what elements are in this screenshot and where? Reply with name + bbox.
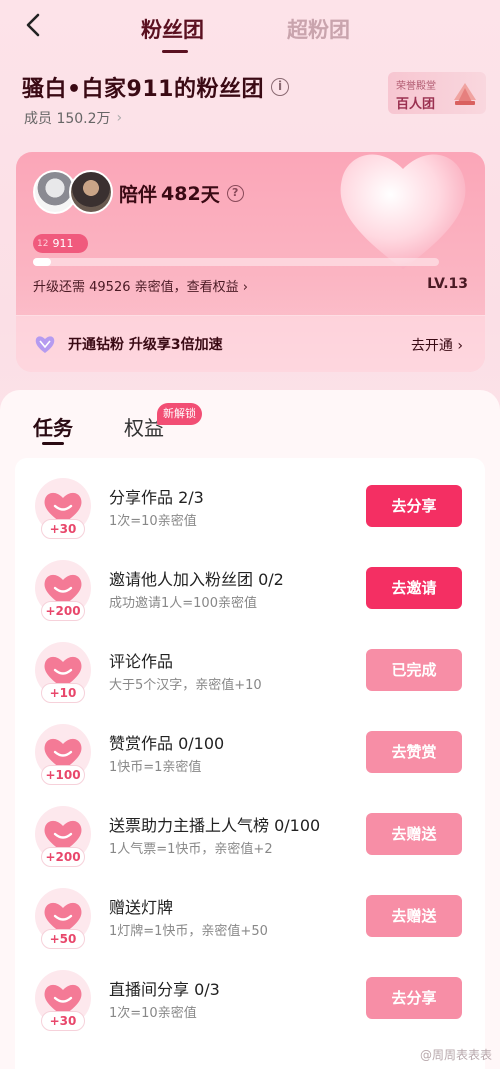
task-action-button[interactable]: 去分享 bbox=[366, 485, 462, 527]
back-button[interactable] bbox=[22, 10, 46, 40]
companion-prefix: 陪伴 bbox=[119, 184, 158, 206]
reward-points-badge: +50 bbox=[41, 929, 85, 949]
heart-decoration-icon bbox=[340, 154, 466, 269]
task-action-button[interactable]: 已完成 bbox=[366, 649, 462, 691]
level-progress-bar bbox=[33, 258, 439, 266]
page-title: 骚白•白家911的粉丝团 bbox=[22, 77, 264, 102]
fan-level-card: 陪伴 482 天 ? 12 911 升级还需 49526 亲密值，查看权益 › … bbox=[16, 152, 485, 372]
help-icon[interactable]: ? bbox=[226, 185, 244, 202]
active-tab-indicator bbox=[162, 50, 188, 53]
task-row: +200 邀请他人加入粉丝团 0/2 成功邀请1人=100亲密值 去邀请 bbox=[15, 558, 485, 640]
fan-badge: 12 911 bbox=[33, 234, 88, 253]
task-description: 1快币=1亲密值 bbox=[109, 760, 202, 775]
info-icon[interactable]: i bbox=[271, 78, 289, 96]
reward-points-badge: +100 bbox=[41, 765, 85, 785]
task-title: 评论作品 bbox=[109, 652, 174, 671]
task-action-button[interactable]: 去赠送 bbox=[366, 813, 462, 855]
companion-suffix: 天 bbox=[200, 184, 220, 206]
task-description: 1次=10亲密值 bbox=[109, 1006, 197, 1021]
task-action-button[interactable]: 去赞赏 bbox=[366, 731, 462, 773]
task-description: 1次=10亲密值 bbox=[109, 514, 197, 529]
diamond-promo-text: 开通钻粉 升级享3倍加速 bbox=[68, 337, 223, 353]
new-unlock-badge: 新解锁 bbox=[157, 403, 202, 425]
fan-badge-label: 911 bbox=[52, 237, 74, 250]
task-row: +200 送票助力主播上人气榜 0/100 1人气票=1快币，亲密值+2 去赠送 bbox=[15, 804, 485, 886]
task-description: 成功邀请1人=100亲密值 bbox=[109, 596, 257, 611]
task-title: 赞赏作品 0/100 bbox=[109, 734, 225, 753]
task-title: 邀请他人加入粉丝团 0/2 bbox=[109, 570, 284, 589]
task-row: +10 评论作品大于5个汉字，亲密值+10 已完成 bbox=[15, 640, 485, 722]
top-nav: 粉丝团 超粉团 bbox=[0, 0, 500, 58]
fan-group-title-row: 骚白•白家911的粉丝团 i bbox=[22, 70, 289, 104]
tab-super-fan-group[interactable]: 超粉团 bbox=[287, 14, 350, 44]
members-count: 成员 150.2万 bbox=[24, 111, 111, 127]
upgrade-info-link[interactable]: 升级还需 49526 亲密值，查看权益 › bbox=[33, 276, 248, 295]
reward-points-badge: +10 bbox=[41, 683, 85, 703]
task-action-button[interactable]: 去赠送 bbox=[366, 895, 462, 937]
companion-days-value: 482 bbox=[161, 182, 201, 205]
tab-tasks[interactable]: 任务 bbox=[33, 412, 73, 441]
chevron-left-icon bbox=[26, 13, 40, 37]
task-row: +30 直播间分享 0/3 1次=10亲密值 去分享 bbox=[15, 968, 485, 1050]
avatar-group bbox=[33, 170, 113, 216]
diamond-fan-promo[interactable]: 开通钻粉 升级享3倍加速 去开通 › bbox=[16, 316, 485, 372]
task-list: +30 分享作品 2/3 1次=10亲密值 去分享 +200 邀请他人加入粉丝团 0/2 成… bbox=[15, 458, 485, 1069]
members-link[interactable]: 成员 150.2万 › bbox=[24, 108, 122, 128]
honor-hall-label: 荣誉殿堂 bbox=[396, 81, 436, 92]
chevron-right-icon: › bbox=[116, 110, 123, 126]
tab-fan-group[interactable]: 粉丝团 bbox=[141, 14, 204, 44]
task-title: 赠送灯牌 bbox=[109, 898, 174, 917]
reward-points-badge: +200 bbox=[41, 601, 85, 621]
task-description: 大于5个汉字，亲密值+10 bbox=[109, 678, 262, 693]
task-row: +30 分享作品 2/3 1次=10亲密值 去分享 bbox=[15, 476, 485, 558]
task-title: 送票助力主播上人气榜 0/100 bbox=[109, 816, 321, 835]
reward-points-badge: +30 bbox=[41, 1011, 85, 1031]
companion-days: 陪伴 482 天 ? bbox=[119, 180, 244, 207]
avatar[interactable] bbox=[69, 170, 113, 214]
trophy-icon bbox=[454, 83, 476, 105]
honor-hall-badge[interactable]: 荣誉殿堂 百人团 bbox=[388, 72, 486, 114]
reward-points-badge: +30 bbox=[41, 519, 85, 539]
honor-hall-rank: 百人团 bbox=[396, 97, 436, 112]
watermark: @周周表表表 bbox=[419, 1048, 492, 1062]
reward-points-badge: +200 bbox=[41, 847, 85, 867]
fan-badge-level: 12 bbox=[37, 238, 49, 249]
diamond-heart-icon bbox=[35, 336, 55, 353]
tasks-panel: 任务 权益 新解锁 +30 分享作品 2/3 1次=10亲密值 去分享 +200 邀请他人… bbox=[0, 390, 500, 1069]
task-title: 分享作品 2/3 bbox=[109, 488, 204, 507]
task-row: +100 赞赏作品 0/100 1快币=1亲密值 去赞赏 bbox=[15, 722, 485, 804]
task-action-button[interactable]: 去邀请 bbox=[366, 567, 462, 609]
task-description: 1灯牌=1快币，亲密值+50 bbox=[109, 924, 268, 939]
open-diamond-button[interactable]: 去开通 › bbox=[411, 335, 463, 355]
level-progress-fill bbox=[33, 258, 52, 266]
task-row: +50 赠送灯牌 1灯牌=1快币，亲密值+50 去赠送 bbox=[15, 886, 485, 968]
next-level-label: LV.13 bbox=[427, 276, 468, 292]
active-tab-indicator bbox=[42, 442, 64, 445]
task-description: 1人气票=1快币，亲密值+2 bbox=[109, 842, 273, 857]
task-title: 直播间分享 0/3 bbox=[109, 980, 220, 999]
task-action-button[interactable]: 去分享 bbox=[366, 977, 462, 1019]
